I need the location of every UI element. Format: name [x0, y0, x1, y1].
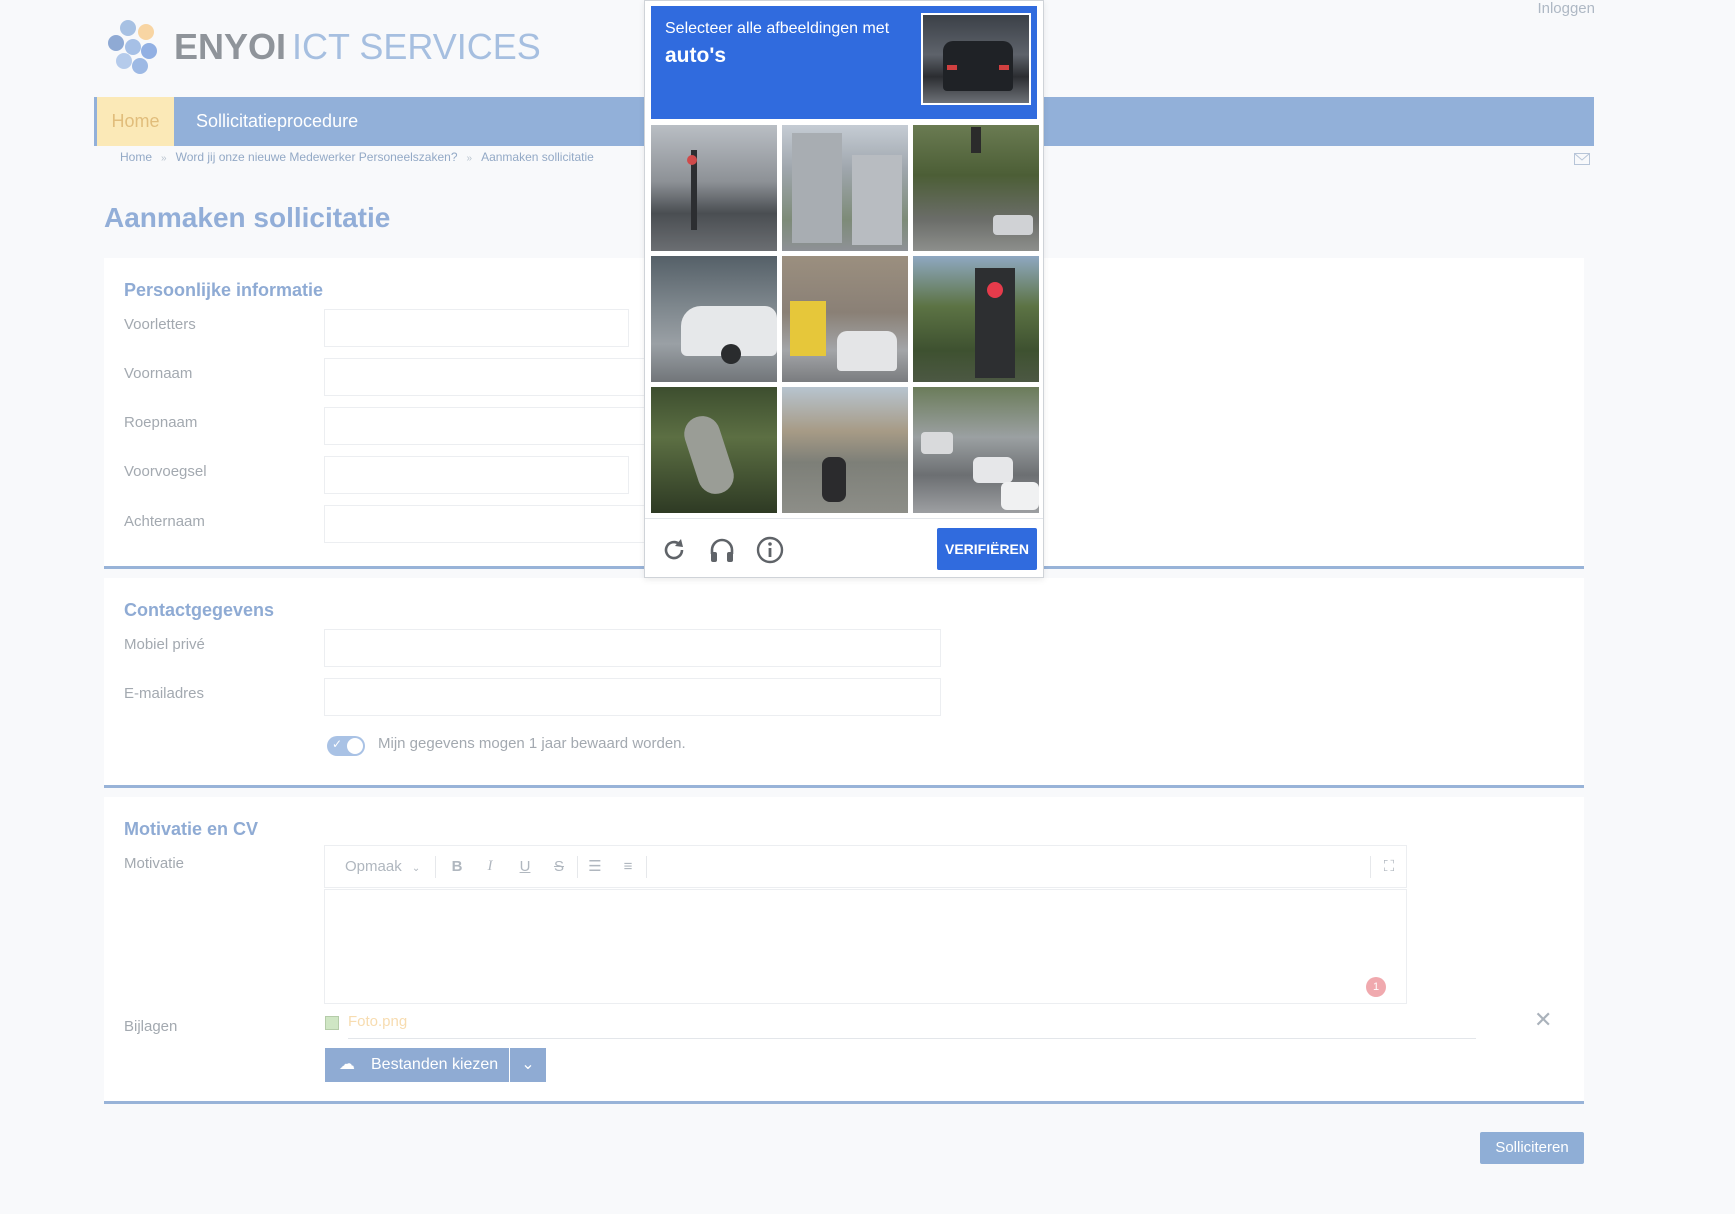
format-select[interactable]: Opmaak ⌄: [345, 846, 425, 887]
remove-attachment-icon[interactable]: ✕: [1534, 1007, 1552, 1033]
label-email: E-mailadres: [124, 685, 205, 702]
voorvoegsel-input[interactable]: [324, 456, 629, 494]
nav-home[interactable]: Home: [94, 97, 174, 146]
contact-panel: Contactgegevens Mobiel privé E-mailadres…: [104, 578, 1584, 788]
brand-bold: ENYOI: [174, 26, 287, 67]
label-voorletters: Voorletters: [124, 316, 196, 333]
underline-button[interactable]: U: [511, 846, 539, 887]
check-icon: ✓: [332, 737, 343, 751]
breadcrumb-home[interactable]: Home: [120, 150, 152, 164]
chevron-down-icon: ⌄: [411, 863, 421, 874]
consent-toggle[interactable]: ✓: [327, 736, 365, 756]
breadcrumb-current: Aanmaken sollicitatie: [481, 150, 594, 164]
breadcrumb-separator: »: [466, 153, 473, 164]
label-roepnaam: Roepnaam: [124, 414, 198, 431]
mail-icon[interactable]: [1574, 153, 1590, 165]
captcha-header: Selecteer alle afbeeldingen met auto's: [651, 6, 1037, 119]
label-voorvoegsel: Voorvoegsel: [124, 463, 207, 480]
cloud-upload-icon: ☁: [339, 1056, 355, 1073]
label-voornaam: Voornaam: [124, 365, 193, 382]
attachment-divider: [348, 1038, 1476, 1039]
breadcrumb-vacancy[interactable]: Word jij onze nieuwe Medewerker Personee…: [176, 150, 458, 164]
numbered-list-icon[interactable]: ≡: [614, 846, 642, 887]
bold-button[interactable]: B: [443, 846, 471, 887]
motivation-editor[interactable]: 1: [324, 889, 1407, 1004]
motivation-panel: Motivatie en CV Motivatie Opmaak ⌄ B I U…: [104, 797, 1584, 1104]
mobiel-input[interactable]: [324, 629, 941, 667]
label-achternaam: Achternaam: [124, 513, 205, 530]
captcha-target: auto's: [665, 44, 727, 67]
label-mobiel: Mobiel privé: [124, 636, 205, 653]
breadcrumb-separator: »: [161, 153, 167, 164]
breadcrumb: Home » Word jij onze nieuwe Medewerker Per…: [120, 150, 594, 164]
editor-toolbar: Opmaak ⌄ B I U S ☰ ≡ ⛶: [324, 845, 1407, 888]
voorletters-input[interactable]: [324, 309, 629, 347]
reload-icon[interactable]: [659, 535, 689, 565]
chevron-down-icon: ⌄: [521, 1056, 535, 1073]
strikethrough-button[interactable]: S: [545, 846, 573, 887]
section-title-contact: Contactgegevens: [124, 600, 275, 620]
captcha-tile[interactable]: [651, 256, 777, 382]
captcha-tile[interactable]: [782, 125, 908, 251]
fullscreen-icon[interactable]: ⛶: [1375, 846, 1403, 887]
captcha-tile[interactable]: [651, 387, 777, 513]
company-logo: [106, 20, 162, 76]
section-title-motivation: Motivatie en CV: [124, 819, 259, 839]
label-motivatie: Motivatie: [124, 855, 185, 872]
error-count-badge: 1: [1366, 977, 1386, 997]
captcha-tile[interactable]: [913, 125, 1039, 251]
info-icon[interactable]: [755, 535, 785, 565]
upload-options-dropdown[interactable]: ⌄: [510, 1048, 546, 1082]
brand-name: ENYOI ICT SERVICES: [174, 24, 541, 70]
captcha-tile[interactable]: [782, 256, 908, 382]
captcha-instruction: Selecteer alle afbeeldingen met: [665, 20, 890, 37]
attachment-filename[interactable]: Foto.png: [348, 1013, 407, 1030]
email-input[interactable]: [324, 678, 941, 716]
captcha-tile[interactable]: [651, 125, 777, 251]
captcha-sample-image: [921, 13, 1031, 105]
bullet-list-icon[interactable]: ☰: [581, 846, 609, 887]
label-bijlagen: Bijlagen: [124, 1018, 178, 1035]
format-select-label: Opmaak: [345, 858, 402, 875]
login-link[interactable]: Inloggen: [1537, 0, 1595, 17]
choose-files-label: Bestanden kiezen: [371, 1056, 499, 1073]
captcha-image-grid: [651, 125, 1039, 513]
brand-light: ICT SERVICES: [292, 26, 541, 67]
consent-label: Mijn gegevens mogen 1 jaar bewaard worde…: [378, 735, 686, 752]
toggle-knob: [347, 738, 363, 754]
page-title: Aanmaken sollicitatie: [104, 202, 391, 233]
captcha-tile[interactable]: [913, 256, 1039, 382]
captcha-tile[interactable]: [913, 387, 1039, 513]
audio-icon[interactable]: [707, 535, 737, 565]
italic-button[interactable]: I: [476, 846, 504, 887]
choose-files-button[interactable]: ☁ Bestanden kiezen: [325, 1048, 509, 1082]
image-file-icon: [325, 1016, 339, 1030]
verify-button[interactable]: VERIFIËREN: [937, 528, 1037, 570]
captcha-tile[interactable]: [782, 387, 908, 513]
section-title-personal: Persoonlijke informatie: [124, 280, 324, 300]
submit-button[interactable]: Solliciteren: [1480, 1132, 1584, 1164]
captcha-dialog: Selecteer alle afbeeldingen met auto's V…: [644, 0, 1044, 578]
nav-sollicitatieprocedure[interactable]: Sollicitatieprocedure: [196, 97, 358, 146]
